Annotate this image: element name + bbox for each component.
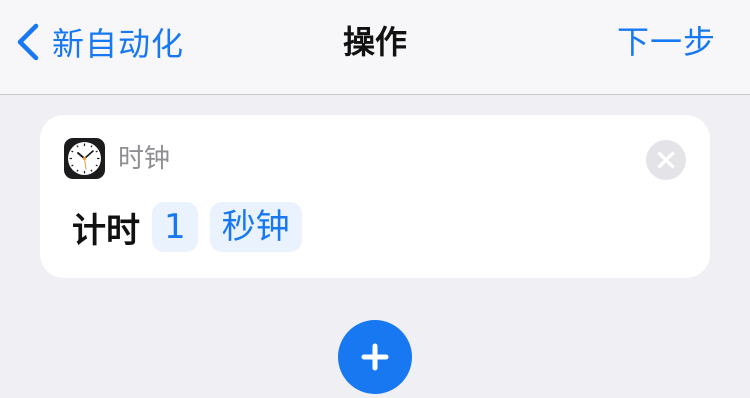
plus-icon <box>361 343 389 371</box>
duration-value-token[interactable]: 1 <box>152 202 198 252</box>
navigation-bar: 新自动化 操作 下一步 <box>0 0 750 95</box>
back-button[interactable]: 新自动化 <box>14 20 184 64</box>
action-card: 时钟 计时 1 秒钟 <box>40 115 710 278</box>
action-label: 计时 <box>72 210 140 251</box>
duration-unit-token[interactable]: 秒钟 <box>209 202 302 252</box>
next-button[interactable]: 下一步 <box>617 20 716 64</box>
app-name: 时钟 <box>118 144 171 174</box>
add-action-button[interactable] <box>338 320 412 394</box>
close-icon <box>657 151 675 169</box>
action-row: 计时 1 秒钟 <box>72 201 314 253</box>
back-button-label: 新自动化 <box>52 25 185 63</box>
chevron-left-icon <box>17 23 39 61</box>
remove-action-button[interactable] <box>646 140 686 180</box>
clock-icon <box>64 138 105 179</box>
